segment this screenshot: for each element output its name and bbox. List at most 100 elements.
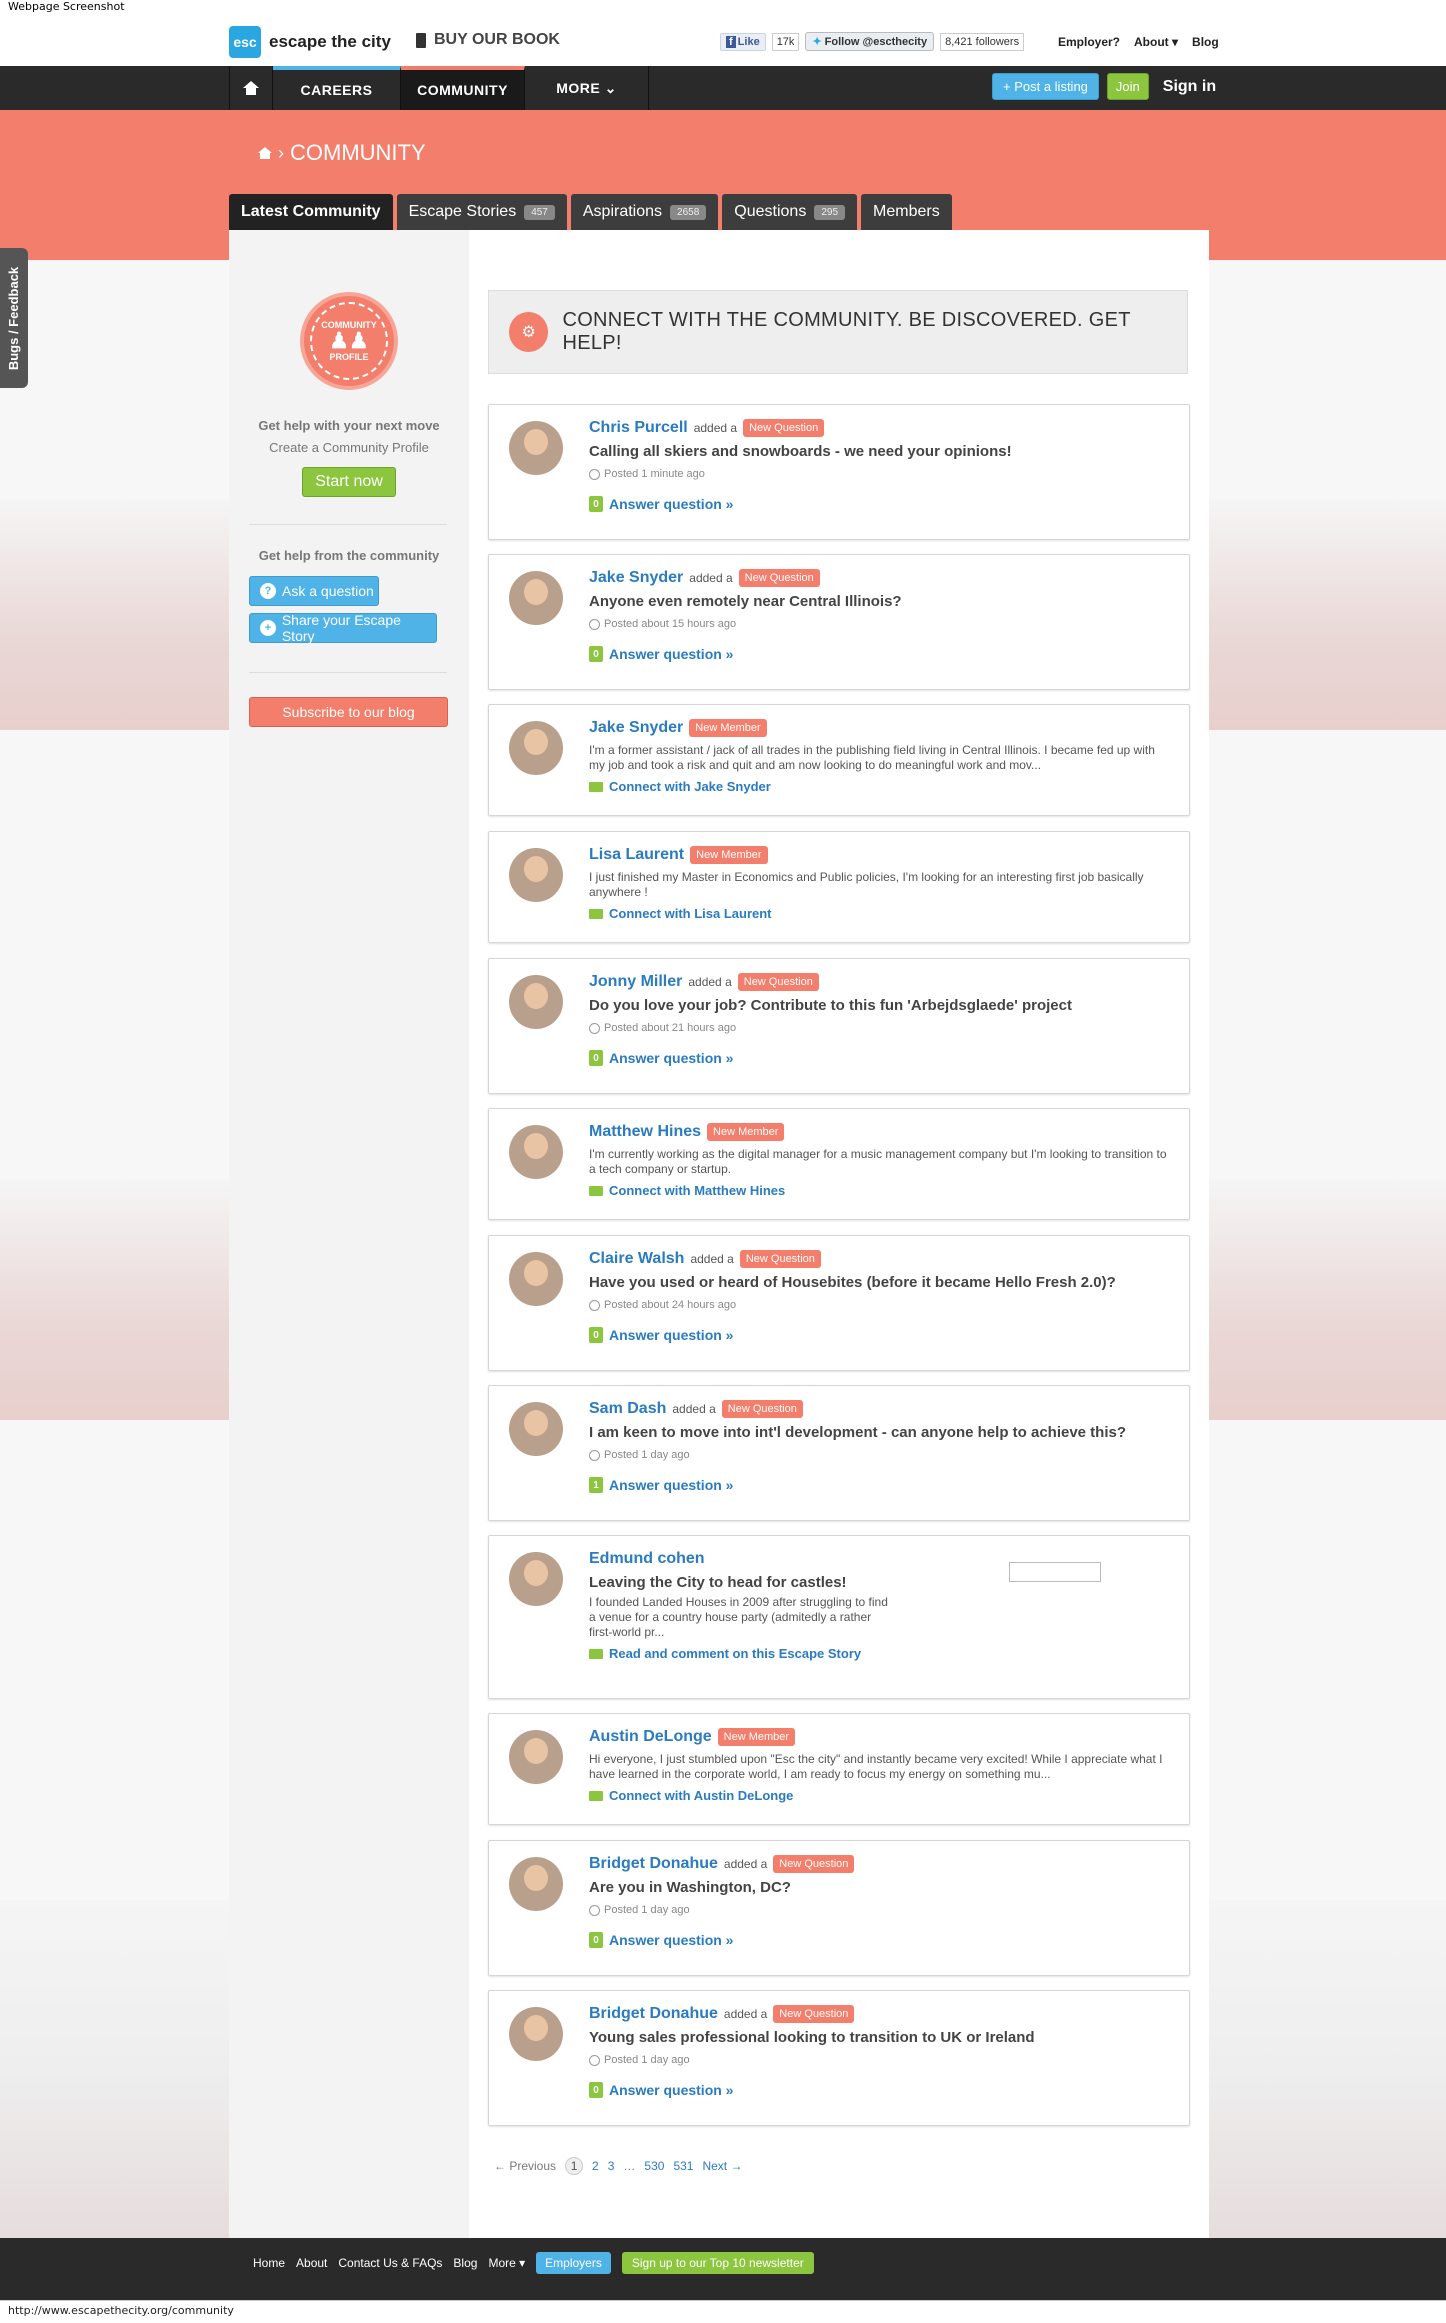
question-title[interactable]: Have you used or heard of Housebites (be… <box>589 1274 1171 1291</box>
answer-question-link[interactable]: Answer question » <box>609 2082 733 2098</box>
footer-home-link[interactable]: Home <box>253 2256 285 2270</box>
member-description: Hi everyone, I just stumbled upon "Esc t… <box>589 1752 1163 1781</box>
feedback-tab[interactable]: Bugs / Feedback <box>0 248 28 388</box>
footer-employers-button[interactable]: Employers <box>536 2252 611 2274</box>
connect-link[interactable]: Connect with Jake Snyder <box>609 779 771 794</box>
footer-links: Home About Contact Us & FAQs Blog More ▾… <box>253 2252 814 2274</box>
connect-link[interactable]: Connect with Lisa Laurent <box>609 906 772 921</box>
tab-escape-stories[interactable]: Escape Stories 457 <box>396 194 567 230</box>
nav-community[interactable]: COMMUNITY <box>401 66 525 110</box>
clock-icon <box>589 1449 600 1461</box>
footer-more-link[interactable]: More ▾ <box>488 2256 525 2270</box>
twitter-follow-button[interactable]: ✦ Follow @escthecity <box>805 32 935 51</box>
user-avatar[interactable] <box>509 1730 563 1784</box>
posted-time: Posted 1 minute ago <box>604 468 705 480</box>
buy-book-link[interactable]: BUY OUR BOOK <box>416 31 560 49</box>
pagination-next[interactable]: Next → <box>702 2159 742 2173</box>
user-avatar[interactable] <box>509 975 563 1029</box>
footer-about-link[interactable]: About <box>296 2256 327 2270</box>
clock-icon <box>589 1022 600 1034</box>
post-listing-button[interactable]: + Post a listing <box>992 73 1099 100</box>
nav-home[interactable] <box>229 66 273 110</box>
answer-count-badge: 1 <box>589 1477 603 1493</box>
footer-contact-link[interactable]: Contact Us & FAQs <box>338 2256 442 2270</box>
user-name-link[interactable]: Bridget Donahue <box>589 2005 718 2023</box>
pagination-page[interactable]: 531 <box>673 2159 693 2173</box>
seal-ring <box>310 302 388 380</box>
share-story-button[interactable]: + Share your Escape Story <box>249 612 437 644</box>
user-name-link[interactable]: Lisa Laurent <box>589 846 684 864</box>
question-title[interactable]: Young sales professional looking to tran… <box>589 2029 1171 2046</box>
answer-question-link[interactable]: Answer question » <box>609 1932 733 1948</box>
user-name-link[interactable]: Jake Snyder <box>589 719 683 737</box>
story-image[interactable] <box>1009 1562 1101 1582</box>
ask-question-button[interactable]: ? Ask a question <box>249 576 379 606</box>
tab-label: Members <box>873 203 940 220</box>
tab-aspirations[interactable]: Aspirations 2658 <box>570 194 719 230</box>
home-icon[interactable] <box>258 147 272 159</box>
subscribe-blog-button[interactable]: Subscribe to our blog <box>249 697 448 727</box>
user-avatar[interactable] <box>509 721 563 775</box>
pagination-page[interactable]: 2 <box>592 2159 599 2173</box>
user-avatar[interactable] <box>509 1552 563 1606</box>
question-title[interactable]: Calling all skiers and snowboards - we n… <box>589 443 1171 460</box>
answer-question-link[interactable]: Answer question » <box>609 496 733 512</box>
user-name-link[interactable]: Matthew Hines <box>589 1123 701 1141</box>
breadcrumb-separator: › <box>278 142 284 163</box>
read-story-link[interactable]: Read and comment on this Escape Story <box>609 1646 861 1661</box>
user-name-link[interactable]: Chris Purcell <box>589 419 688 437</box>
user-avatar[interactable] <box>509 1402 563 1456</box>
question-title[interactable]: Anyone even remotely near Central Illino… <box>589 593 1171 610</box>
share-story-label: Share your Escape Story <box>281 612 401 644</box>
user-avatar[interactable] <box>509 571 563 625</box>
envelope-icon <box>589 1185 603 1196</box>
connect-link[interactable]: Connect with Matthew Hines <box>609 1183 785 1198</box>
answer-question-link[interactable]: Answer question » <box>609 646 733 662</box>
pagination-page[interactable]: 3 <box>608 2159 615 2173</box>
user-avatar[interactable] <box>509 1125 563 1179</box>
user-avatar[interactable] <box>509 1252 563 1306</box>
nav-more[interactable]: MORE ⌄ <box>525 66 649 110</box>
posted-time: Posted 1 day ago <box>604 2054 690 2066</box>
user-name-link[interactable]: Austin DeLonge <box>589 1728 712 1746</box>
tab-latest-community[interactable]: Latest Community <box>229 194 393 230</box>
answer-question-link[interactable]: Answer question » <box>609 1327 733 1343</box>
user-avatar[interactable] <box>509 848 563 902</box>
pagination-page[interactable]: 530 <box>644 2159 664 2173</box>
new-question-tag: New Question <box>773 2005 855 2023</box>
answer-question-link[interactable]: Answer question » <box>609 1477 733 1493</box>
connect-link[interactable]: Connect with Austin DeLonge <box>609 1788 793 1803</box>
tab-members[interactable]: Members <box>861 194 952 230</box>
user-name-link[interactable]: Sam Dash <box>589 1400 666 1418</box>
site-logo[interactable]: esc escape the city <box>229 26 391 58</box>
social-widgets: f Like 17k ✦ Follow @escthecity 8,421 foll… <box>720 32 1025 51</box>
pagination-previous[interactable]: ← Previous <box>494 2159 556 2173</box>
about-link[interactable]: About ▾ <box>1134 35 1178 49</box>
sign-in-link[interactable]: Sign in <box>1163 78 1216 96</box>
footer-blog-link[interactable]: Blog <box>453 2256 477 2270</box>
join-button[interactable]: Join <box>1106 73 1149 100</box>
user-avatar[interactable] <box>509 1857 563 1911</box>
facebook-like-button[interactable]: f Like <box>720 32 766 51</box>
question-title[interactable]: I am keen to move into int'l development… <box>589 1424 1171 1441</box>
user-name-link[interactable]: Edmund cohen <box>589 1550 705 1568</box>
nav-careers[interactable]: CAREERS <box>273 66 401 110</box>
answer-count-badge: 0 <box>589 646 603 662</box>
start-now-button[interactable]: Start now <box>302 467 396 497</box>
employer-link[interactable]: Employer? <box>1058 35 1120 49</box>
user-name-link[interactable]: Claire Walsh <box>589 1250 684 1268</box>
connect-banner: ⚙ CONNECT WITH THE COMMUNITY. BE DISCOVE… <box>488 290 1188 374</box>
blog-link[interactable]: Blog <box>1192 35 1219 49</box>
newsletter-signup-button[interactable]: Sign up to our Top 10 newsletter <box>621 2252 814 2274</box>
question-title[interactable]: Do you love your job? Contribute to this… <box>589 997 1171 1014</box>
user-name-link[interactable]: Bridget Donahue <box>589 1855 718 1873</box>
question-title[interactable]: Are you in Washington, DC? <box>589 1879 1171 1896</box>
answer-question-link[interactable]: Answer question » <box>609 1050 733 1066</box>
user-name-link[interactable]: Jonny Miller <box>589 973 682 991</box>
user-name-link[interactable]: Jake Snyder <box>589 569 683 587</box>
user-avatar[interactable] <box>509 421 563 475</box>
clock-icon <box>589 2054 600 2066</box>
user-avatar[interactable] <box>509 2007 563 2061</box>
pagination-current-page[interactable]: 1 <box>565 2157 584 2175</box>
tab-questions[interactable]: Questions 295 <box>722 194 858 230</box>
